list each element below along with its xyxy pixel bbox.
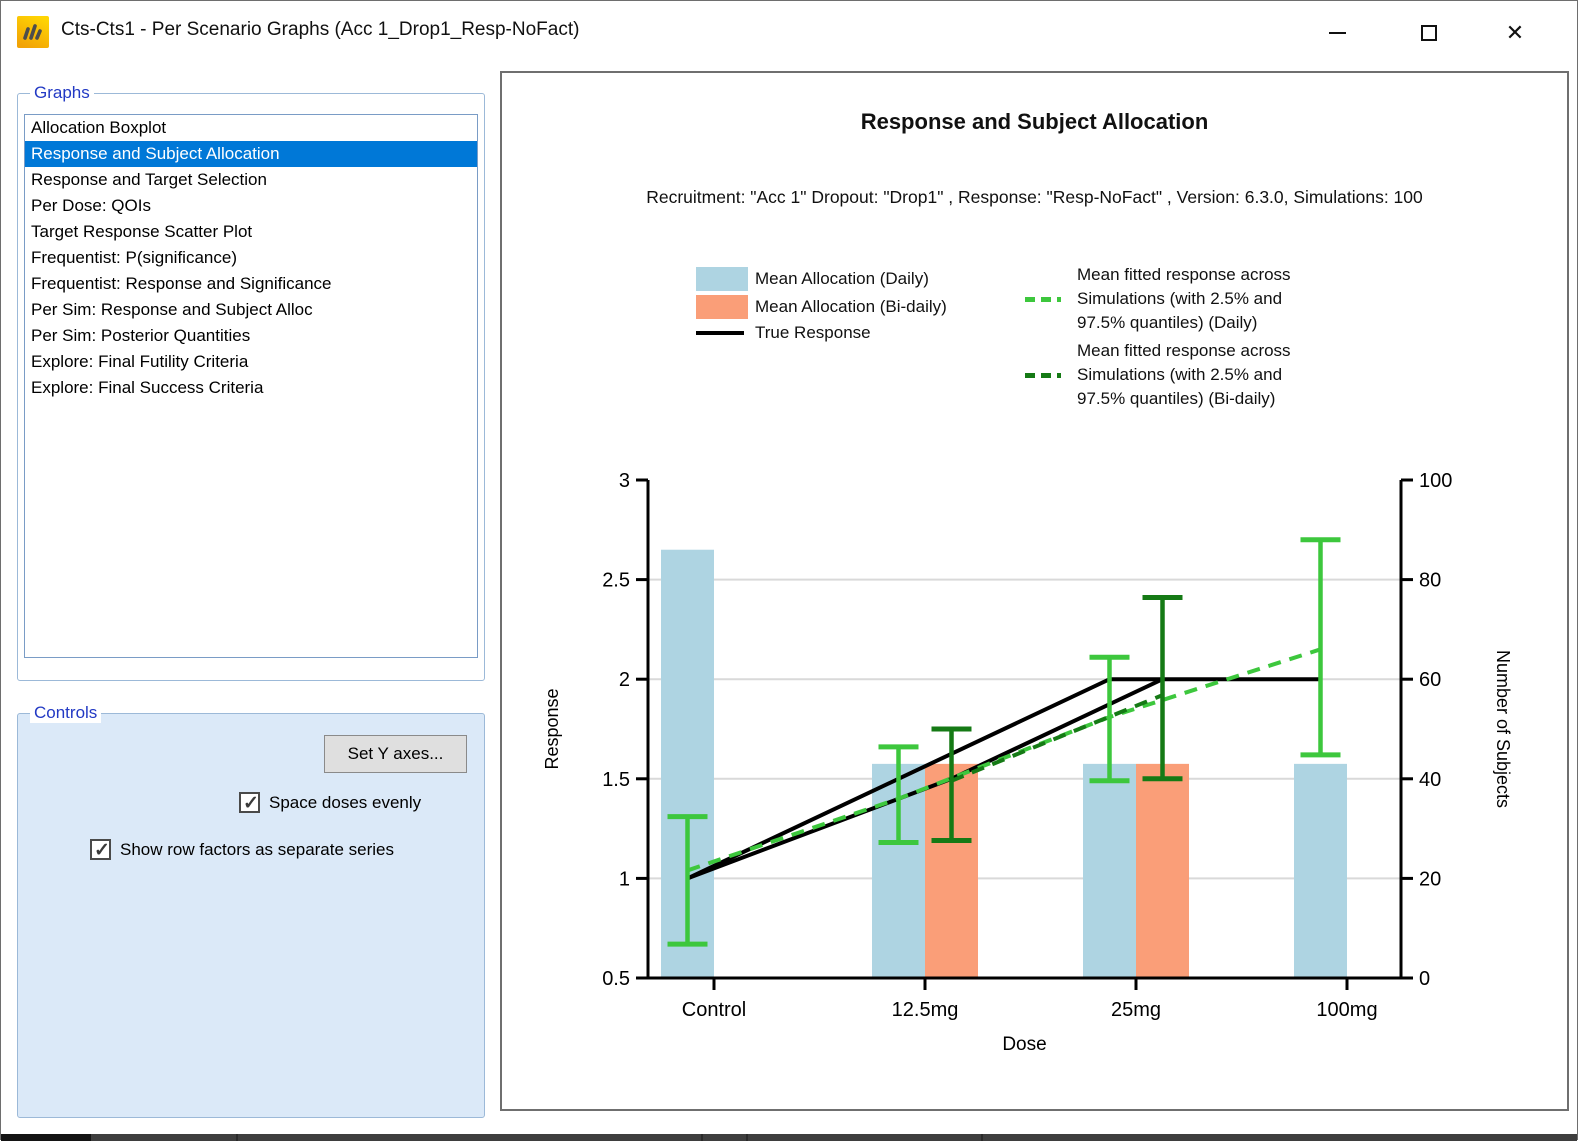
y-right-tick-label: 80 xyxy=(1419,570,1441,592)
y-left-tick-label: 0.5 xyxy=(602,968,630,990)
controls-group-label: Controls xyxy=(30,703,101,723)
chart: 3 2.5 2 1.5 1 0.5 100 80 60 40 20 0 Control 12.5mg 25m… xyxy=(502,73,1571,1113)
space-doses-evenly-checkbox[interactable] xyxy=(239,792,260,813)
list-item[interactable]: Allocation Boxplot xyxy=(25,115,477,141)
y-right-tick-label: 0 xyxy=(1419,968,1430,990)
y-left-tick-label: 3 xyxy=(619,470,630,492)
close-icon xyxy=(1506,22,1524,45)
y-left-tick-label: 1.5 xyxy=(602,769,630,791)
set-y-axes-button[interactable]: Set Y axes... xyxy=(324,735,467,773)
list-item[interactable]: Explore: Final Success Criteria xyxy=(25,375,477,401)
y-right-tick-label: 20 xyxy=(1419,868,1441,890)
maximize-icon xyxy=(1421,25,1437,41)
title-bar: Cts-Cts1 - Per Scenario Graphs (Acc 1_Dr… xyxy=(1,1,1577,65)
minimize-icon xyxy=(1329,32,1346,34)
controls-groupbox: Controls Set Y axes... Space doses evenl… xyxy=(17,713,485,1118)
minimize-button[interactable] xyxy=(1315,15,1359,51)
list-item[interactable]: Per Sim: Response and Subject Alloc xyxy=(25,297,477,323)
y-right-tick-label: 40 xyxy=(1419,769,1441,791)
app-window: { "window": { "title": "Cts-Cts1 - Per S… xyxy=(0,0,1578,1140)
y-axis-title-right: Number of Subjects xyxy=(1493,650,1513,808)
space-doses-evenly-row: Space doses evenly xyxy=(239,792,421,813)
show-row-factors-label[interactable]: Show row factors as separate series xyxy=(120,840,394,860)
x-axis-title: Dose xyxy=(1002,1034,1046,1055)
facts-logo-icon xyxy=(17,16,49,48)
bar-daily-100mg xyxy=(1294,764,1347,978)
list-item[interactable]: Frequentist: Response and Significance xyxy=(25,271,477,297)
y-axis-title-left: Response xyxy=(542,688,562,769)
x-tick-label: 25mg xyxy=(1111,999,1161,1021)
list-item[interactable]: Per Dose: QOIs xyxy=(25,193,477,219)
show-row-factors-checkbox[interactable] xyxy=(90,839,111,860)
list-item[interactable]: Response and Subject Allocation xyxy=(25,141,477,167)
space-doses-evenly-label[interactable]: Space doses evenly xyxy=(269,793,421,813)
window-title: Cts-Cts1 - Per Scenario Graphs (Acc 1_Dr… xyxy=(61,19,579,41)
list-item[interactable]: Response and Target Selection xyxy=(25,167,477,193)
show-row-factors-row: Show row factors as separate series xyxy=(90,839,394,860)
bar-bidaily-25mg xyxy=(1136,764,1189,978)
y-left-tick-label: 1 xyxy=(619,868,630,890)
graphs-group-label: Graphs xyxy=(30,83,94,103)
x-tick-label: Control xyxy=(682,999,746,1021)
list-item[interactable]: Per Sim: Posterior Quantities xyxy=(25,323,477,349)
list-item[interactable]: Frequentist: P(significance) xyxy=(25,245,477,271)
close-button[interactable] xyxy=(1493,15,1537,51)
list-item[interactable]: Explore: Final Futility Criteria xyxy=(25,349,477,375)
graphs-groupbox: Graphs Allocation Boxplot Response and S… xyxy=(17,93,485,681)
bar-daily-25mg xyxy=(1083,764,1136,978)
x-tick-label: 100mg xyxy=(1316,999,1377,1021)
y-right-tick-label: 60 xyxy=(1419,669,1441,691)
list-item[interactable]: Target Response Scatter Plot xyxy=(25,219,477,245)
y-left-tick-label: 2.5 xyxy=(602,570,630,592)
graphs-list: Allocation Boxplot Response and Subject … xyxy=(24,114,478,658)
chart-panel: Response and Subject Allocation Recruitm… xyxy=(500,71,1569,1111)
y-right-tick-label: 100 xyxy=(1419,470,1452,492)
maximize-button[interactable] xyxy=(1407,15,1451,51)
y-left-tick-label: 2 xyxy=(619,669,630,691)
x-tick-label: 12.5mg xyxy=(892,999,959,1021)
